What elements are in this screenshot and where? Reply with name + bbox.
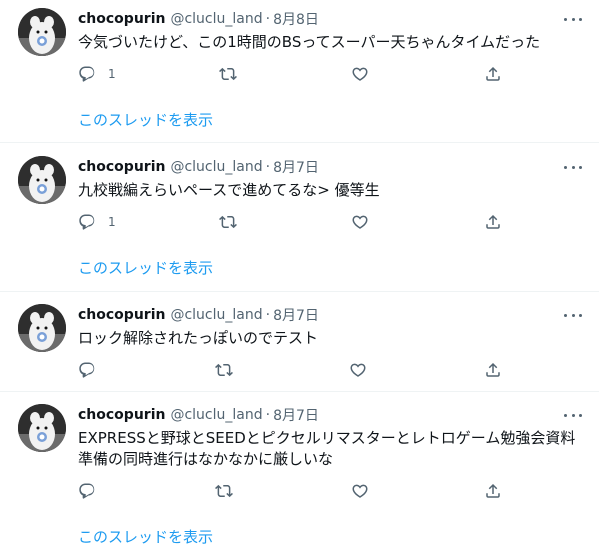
reply-button[interactable] (78, 361, 108, 379)
reply-icon (78, 482, 96, 500)
reply-count: 1 (108, 215, 116, 229)
heart-icon (351, 482, 369, 500)
tweet-header: chocopurin @cluclu_land · 8月7日 (78, 405, 319, 425)
reply-count: 1 (108, 67, 116, 81)
tweet-text: ロック解除されたっぽいのでテスト (78, 329, 319, 347)
reply-button[interactable]: 1 (78, 213, 116, 231)
reply-button[interactable]: 1 (78, 65, 116, 83)
tweet-header: chocopurin @cluclu_land · 8月7日 (78, 305, 319, 325)
user-handle[interactable]: @cluclu_land (170, 307, 262, 323)
separator-dot: · (265, 11, 271, 27)
heart-icon (349, 361, 367, 379)
display-name[interactable]: chocopurin (78, 407, 165, 423)
show-thread-link[interactable]: このスレッドを表示 (78, 526, 213, 547)
avatar[interactable] (18, 156, 66, 204)
show-thread-link[interactable]: このスレッドを表示 (78, 257, 213, 278)
retweet-button[interactable] (215, 361, 233, 379)
more-icon[interactable] (564, 408, 582, 422)
user-handle[interactable]: @cluclu_land (170, 11, 262, 27)
action-bar: 1 (78, 65, 508, 83)
tweet-text: EXPRESSと野球とSEEDとピクセルリマスターとレトロゲーム勉強会資料準備の… (78, 429, 576, 468)
reply-button[interactable] (78, 482, 108, 500)
share-button[interactable] (484, 361, 502, 379)
action-bar (78, 361, 508, 379)
reply-icon (78, 361, 96, 379)
more-icon[interactable] (564, 12, 582, 26)
like-button[interactable] (349, 361, 367, 379)
reply-icon (78, 213, 96, 231)
avatar[interactable] (18, 8, 66, 56)
show-thread-link[interactable]: このスレッドを表示 (78, 109, 213, 130)
retweet-icon (219, 213, 237, 231)
tweet-text: 今気づいたけど、この1時間のBSってスーパー天ちゃんタイムだった (78, 33, 541, 51)
share-button[interactable] (484, 65, 502, 83)
tweet-text: 九校戦編えらいペースで進めてるな> 優等生 (78, 181, 380, 199)
like-button[interactable] (351, 482, 369, 500)
avatar[interactable] (18, 404, 66, 452)
retweet-icon (219, 65, 237, 83)
user-handle[interactable]: @cluclu_land (170, 407, 262, 423)
more-icon[interactable] (564, 308, 582, 322)
action-bar: 1 (78, 213, 508, 231)
heart-icon (351, 65, 369, 83)
tweet-date[interactable]: 8月7日 (273, 305, 319, 325)
display-name[interactable]: chocopurin (78, 11, 165, 27)
share-button[interactable] (484, 482, 502, 500)
retweet-icon (215, 361, 233, 379)
display-name[interactable]: chocopurin (78, 307, 165, 323)
reply-icon (78, 65, 96, 83)
display-name[interactable]: chocopurin (78, 159, 165, 175)
tweet-feed: chocopurin @cluclu_land · 8月8日 今気づいたけど、こ… (0, 0, 599, 552)
more-icon[interactable] (564, 160, 582, 174)
retweet-button[interactable] (215, 482, 233, 500)
heart-icon (351, 213, 369, 231)
separator-dot: · (265, 307, 271, 323)
user-handle[interactable]: @cluclu_land (170, 159, 262, 175)
retweet-button[interactable] (219, 213, 237, 231)
tweet[interactable]: chocopurin @cluclu_land · 8月8日 今気づいたけど、こ… (0, 0, 599, 143)
share-icon (484, 213, 502, 231)
tweet-date[interactable]: 8月8日 (273, 9, 319, 29)
tweet-date[interactable]: 8月7日 (273, 157, 319, 177)
tweet-header: chocopurin @cluclu_land · 8月7日 (78, 157, 319, 177)
share-icon (484, 65, 502, 83)
tweet[interactable]: chocopurin @cluclu_land · 8月7日 EXPRESSと野… (0, 392, 599, 552)
separator-dot: · (265, 407, 271, 423)
like-button[interactable] (351, 65, 369, 83)
tweet-header: chocopurin @cluclu_land · 8月8日 (78, 9, 319, 29)
share-icon (484, 361, 502, 379)
avatar[interactable] (18, 304, 66, 352)
tweet[interactable]: chocopurin @cluclu_land · 8月7日 ロック解除されたっ… (0, 292, 599, 392)
tweet[interactable]: chocopurin @cluclu_land · 8月7日 九校戦編えらいペー… (0, 143, 599, 292)
like-button[interactable] (351, 213, 369, 231)
retweet-icon (215, 482, 233, 500)
retweet-button[interactable] (219, 65, 237, 83)
action-bar (78, 482, 508, 500)
tweet-date[interactable]: 8月7日 (273, 405, 319, 425)
share-icon (484, 482, 502, 500)
share-button[interactable] (484, 213, 502, 231)
separator-dot: · (265, 159, 271, 175)
